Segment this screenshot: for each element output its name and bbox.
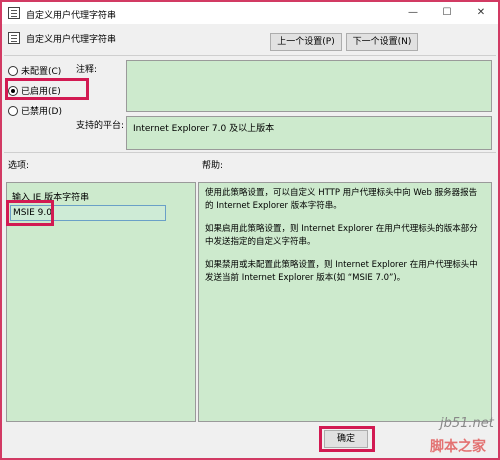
radio-circle[interactable]: [8, 65, 18, 76]
help-paragraph: 使用此策略设置，可以自定义 HTTP 用户代理标头中向 Web 服务器报告的 I…: [205, 188, 478, 211]
help-paragraph: 如果启用此策略设置，则 Internet Explorer 在用户代理标头的版本…: [205, 224, 478, 247]
policy-icon: [8, 7, 20, 19]
watermark-name: 脚本之家: [430, 439, 486, 455]
section-divider: [4, 152, 496, 153]
close-button[interactable]: ✕: [464, 4, 498, 24]
platform-field: Internet Explorer 7.0 及以上版本: [126, 116, 492, 150]
radio-disabled[interactable]: 已禁用(D): [8, 104, 62, 117]
setting-name: 自定义用户代理字符串: [26, 35, 117, 45]
radio-label: 已禁用(D): [21, 107, 62, 117]
watermark-site: jb51.net: [440, 416, 494, 431]
maximize-button[interactable]: ☐: [430, 4, 464, 24]
minimize-button[interactable]: —: [396, 4, 430, 24]
options-label: 选项:: [8, 161, 30, 171]
radio-enabled[interactable]: 已启用(E): [8, 84, 61, 97]
header-divider: [4, 55, 496, 56]
next-setting-button[interactable]: 下一个设置(N): [346, 33, 418, 51]
comment-label: 注释:: [76, 65, 98, 75]
help-panel: 使用此策略设置，可以自定义 HTTP 用户代理标头中向 Web 服务器报告的 I…: [198, 182, 492, 422]
radio-circle-checked[interactable]: [8, 85, 18, 96]
setting-icon: [8, 32, 20, 44]
prev-setting-button[interactable]: 上一个设置(P): [270, 33, 342, 51]
title-bar: 自定义用户代理字符串 — ☐ ✕: [2, 2, 498, 24]
platform-value: Internet Explorer 7.0 及以上版本: [133, 124, 275, 134]
radio-circle[interactable]: [8, 105, 18, 116]
radio-label: 已启用(E): [21, 87, 61, 97]
platform-label: 支持的平台:: [76, 121, 125, 131]
input-highlight: [6, 200, 54, 226]
radio-label: 未配置(C): [21, 67, 62, 77]
help-label: 帮助:: [202, 161, 224, 171]
ok-highlight: [319, 426, 375, 452]
comment-textarea[interactable]: [126, 60, 492, 112]
help-paragraph: 如果禁用或未配置此策略设置，则 Internet Explorer 在用户代理标…: [205, 260, 478, 283]
radio-not-configured[interactable]: 未配置(C): [8, 64, 61, 77]
window-title: 自定义用户代理字符串: [26, 11, 117, 21]
